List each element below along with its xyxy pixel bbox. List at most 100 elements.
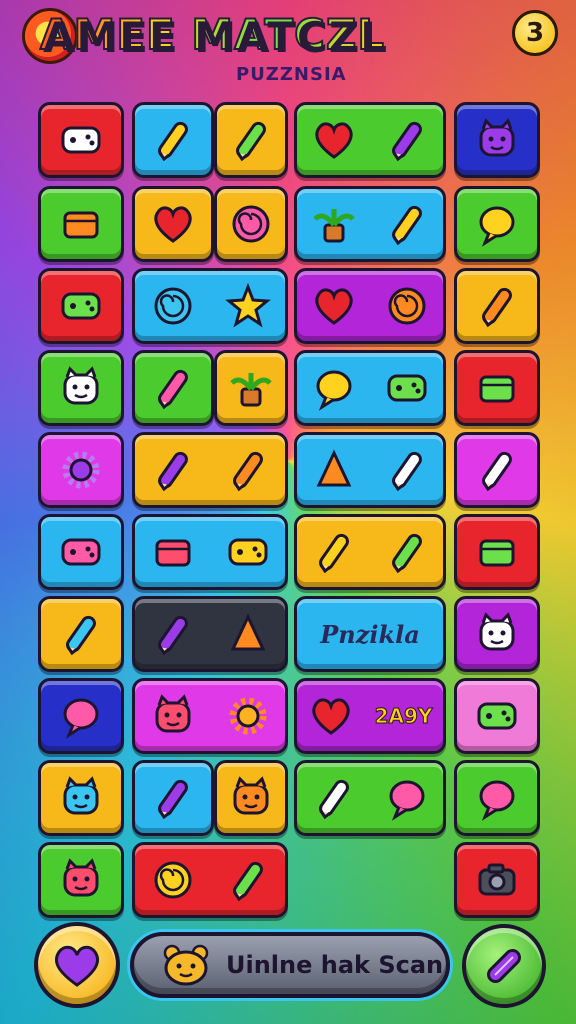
tile-chat[interactable]	[38, 678, 124, 754]
tile-fruit-easel[interactable]	[132, 432, 288, 508]
brush-icon	[391, 121, 422, 162]
cat-face-icon	[479, 118, 515, 157]
tile-dog[interactable]	[38, 760, 124, 836]
tile-battery[interactable]	[38, 186, 124, 262]
blob-icon	[479, 780, 515, 821]
pepper-icon	[158, 121, 188, 162]
jar-icon	[479, 539, 515, 567]
sun-icon	[229, 697, 266, 735]
heart-icon	[311, 698, 350, 735]
tile-banner[interactable]: Pnzikla	[294, 596, 446, 672]
tile-pig[interactable]	[38, 842, 124, 918]
tile-palm[interactable]	[214, 350, 288, 426]
game-subtitle: PUZZNSIA	[236, 64, 347, 85]
tile-leaf-strawberry[interactable]	[294, 186, 446, 262]
pig-face-icon	[63, 858, 99, 897]
rocket-icon	[318, 533, 349, 574]
swirl-icon	[154, 287, 191, 325]
tile-bubble[interactable]	[214, 186, 288, 262]
gamepad-icon	[61, 292, 101, 320]
lives-counter[interactable]: 3	[512, 10, 558, 56]
crayon-icon	[158, 369, 188, 410]
gear-icon	[62, 451, 100, 489]
tile-pickle[interactable]	[454, 432, 540, 508]
tile-bear[interactable]	[454, 596, 540, 672]
tile-camera[interactable]	[454, 842, 540, 918]
leaf-icon	[312, 209, 355, 243]
tile-cheese[interactable]	[454, 350, 540, 426]
tile-pencil[interactable]	[38, 596, 124, 672]
fox-face-icon	[63, 366, 99, 405]
wand-icon	[391, 451, 422, 492]
tile-monster-sun[interactable]	[132, 678, 288, 754]
easel-icon	[232, 451, 263, 492]
candy-icon	[487, 949, 521, 983]
tile-carrot-bolt[interactable]	[132, 596, 288, 672]
tile-heart-tag[interactable]: 2A9Y	[294, 678, 446, 754]
tile-kite-bulb[interactable]	[294, 760, 446, 836]
pencil-icon	[66, 615, 96, 656]
bear-face-icon	[479, 612, 515, 651]
tile-carrot[interactable]	[454, 268, 540, 344]
gamepad-icon	[61, 538, 101, 566]
chest-icon	[155, 539, 190, 567]
gamepad-icon	[387, 374, 426, 402]
strawberry-icon	[391, 205, 422, 246]
tile-swirl-star[interactable]	[132, 268, 288, 344]
heart-icon	[154, 206, 192, 243]
tile-pepper[interactable]	[132, 102, 214, 178]
tile-joystick[interactable]	[38, 514, 124, 590]
star-icon	[224, 283, 271, 328]
pickle-icon	[482, 451, 512, 492]
tile-prism-wand[interactable]	[294, 432, 446, 508]
dice-icon	[61, 126, 101, 154]
candy-button[interactable]	[462, 924, 546, 1008]
scan-action-button[interactable]: Uinlne hak Scan	[130, 932, 450, 998]
camera-icon	[478, 863, 516, 896]
fruit-icon	[157, 451, 188, 492]
bubble-icon	[232, 205, 270, 243]
bear-face-icon	[163, 944, 209, 986]
tile-bear-yellow[interactable]	[214, 760, 288, 836]
bulb-icon	[479, 206, 515, 247]
tile-bandage[interactable]	[454, 678, 540, 754]
tile-dice[interactable]	[38, 102, 124, 178]
scan-action-label: Uinlne hak Scan	[226, 951, 444, 979]
tile-feather[interactable]	[132, 760, 214, 836]
bear-face-icon	[233, 776, 269, 815]
tile-rocket-hook[interactable]	[294, 514, 446, 590]
tile-crayon[interactable]	[132, 350, 214, 426]
tile-heart[interactable]	[132, 186, 214, 262]
heart-icon	[314, 122, 353, 159]
gamepad-icon	[228, 538, 267, 566]
battery-icon	[63, 211, 99, 239]
palm-tree-icon	[230, 373, 272, 407]
tile-bulb[interactable]	[454, 186, 540, 262]
tile-cherries[interactable]	[214, 102, 288, 178]
tile-lantern-pad[interactable]	[294, 350, 446, 426]
heart-button[interactable]	[34, 922, 120, 1008]
carrot-icon	[482, 287, 512, 328]
globe-icon	[388, 287, 425, 325]
tile-controller[interactable]	[38, 268, 124, 344]
cheese-icon	[479, 375, 515, 403]
tile-heart-brush[interactable]	[294, 102, 446, 178]
tile-jar[interactable]	[454, 514, 540, 590]
heart-icon	[314, 288, 353, 325]
swirl-icon	[154, 861, 191, 899]
tile-fox[interactable]	[38, 350, 124, 426]
tag-label: 2A9Y	[374, 704, 433, 729]
chat-icon	[63, 698, 99, 739]
lantern-icon	[316, 370, 351, 411]
hook-icon	[391, 533, 422, 574]
feather-icon	[158, 779, 188, 820]
tile-blob[interactable]	[454, 760, 540, 836]
tile-swirl-fish[interactable]	[132, 842, 288, 918]
game-title: AMEE MATCZL	[39, 9, 386, 60]
tile-heart-globe[interactable]	[294, 268, 446, 344]
tile-cat[interactable]	[454, 102, 540, 178]
bulb-icon	[389, 780, 424, 821]
tile-chest-pad[interactable]	[132, 514, 288, 590]
banner-label: Pnzikla	[320, 619, 420, 649]
tile-gear[interactable]	[38, 432, 124, 508]
